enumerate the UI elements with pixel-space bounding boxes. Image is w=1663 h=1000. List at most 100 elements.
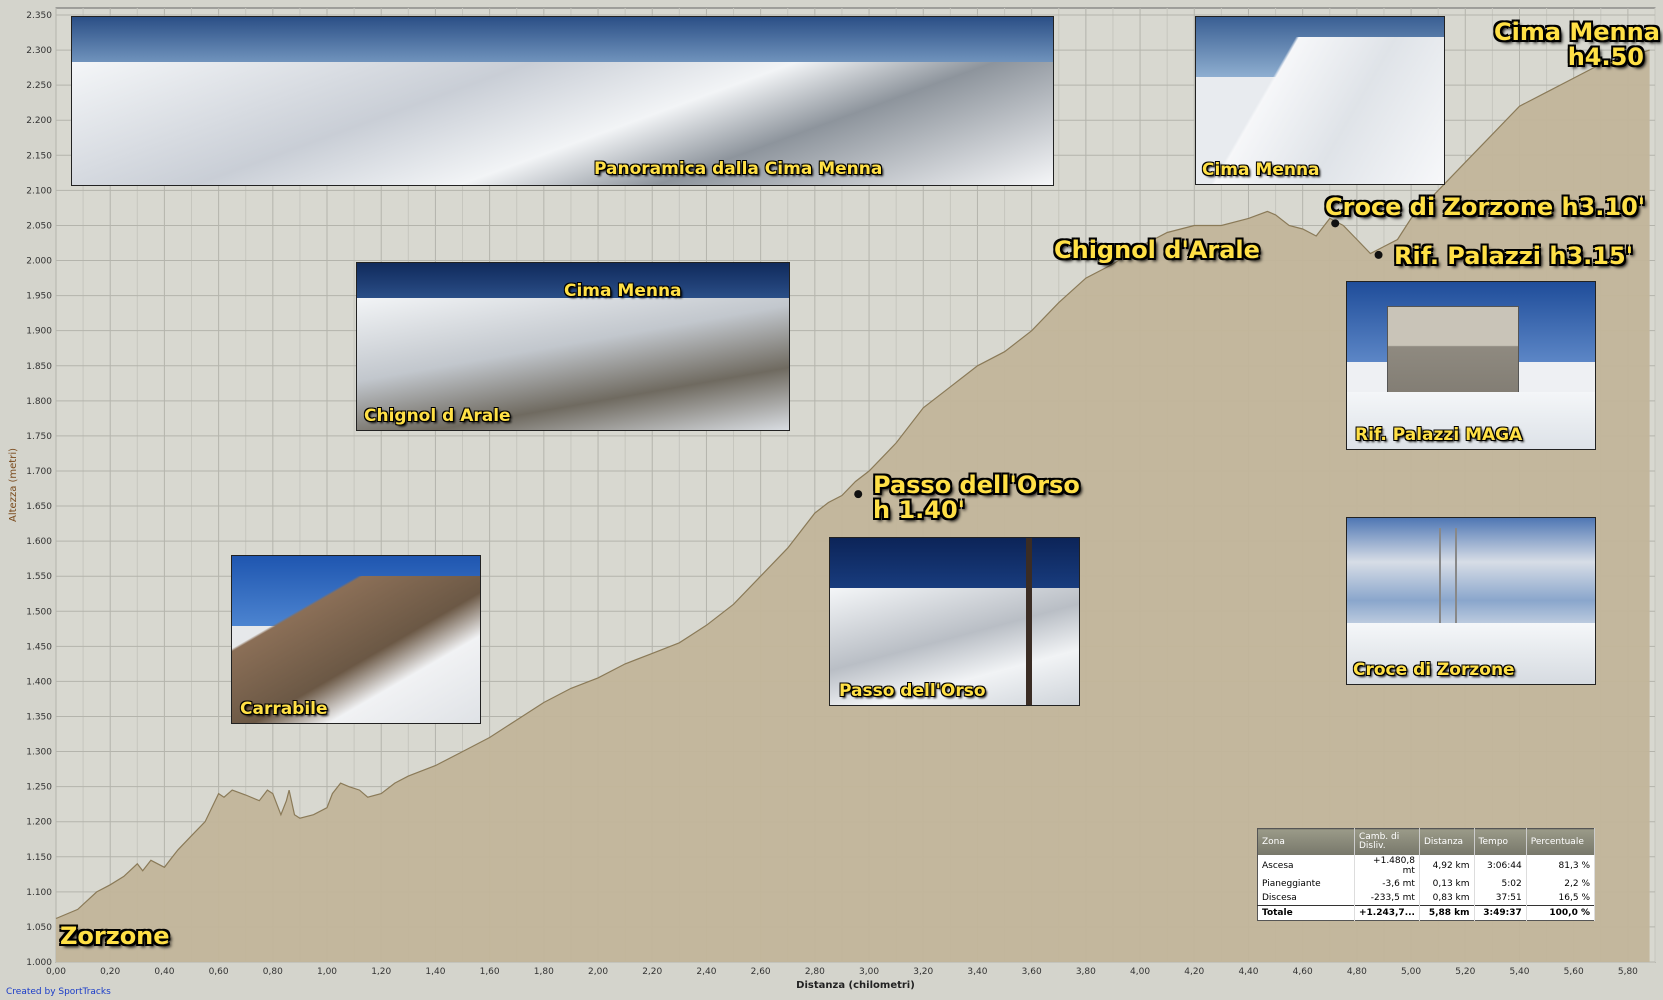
label-passo-orso: Passo dell'Orso h 1.40' <box>873 471 1080 525</box>
x-tick-label: 5,20 <box>1455 967 1475 977</box>
stats-row-pianeggiante: Pianeggiante -3,6 mt 0,13 km 5:02 2,2 % <box>1257 877 1596 891</box>
stats-row-totale: Totale +1.243,7... 5,88 km 3:49:37 100,0… <box>1257 905 1596 921</box>
photo-chignol: Cima Menna Chignol d Arale <box>356 262 790 431</box>
photo-caption-chignol-bottom: Chignol d Arale <box>364 406 511 426</box>
y-tick-label: 1.600 <box>26 537 52 547</box>
y-tick-label: 1.450 <box>26 642 52 652</box>
label-chignol-arale: Chignol d'Arale <box>1054 236 1260 264</box>
stats-cell: 0,13 km <box>1419 877 1475 891</box>
photo-caption-passo-orso: Passo dell'Orso <box>839 681 986 701</box>
label-croce-zorzone: Croce di Zorzone h3.10' <box>1325 193 1646 221</box>
y-tick-label: 1.250 <box>26 783 52 793</box>
y-tick-label: 1.400 <box>26 677 52 687</box>
photo-passo-orso: Passo dell'Orso <box>829 537 1080 706</box>
y-tick-label: 1.000 <box>26 958 52 968</box>
x-tick-label: 2,80 <box>805 967 825 977</box>
y-tick-label: 2.200 <box>26 116 52 126</box>
x-tick-label: 1,80 <box>534 967 554 977</box>
stats-header-zona: Zona <box>1257 828 1355 855</box>
y-tick-label: 1.550 <box>26 572 52 582</box>
stats-cell: +1.243,7... <box>1354 905 1420 921</box>
photo-caption-chignol-top: Cima Menna <box>564 281 682 301</box>
y-axis-label: Altezza (metri) <box>8 448 19 522</box>
photo-carrabile: Carrabile <box>231 555 481 724</box>
x-tick-label: 0,40 <box>154 967 174 977</box>
stats-cell: 0,83 km <box>1419 891 1475 906</box>
stats-row-ascesa: Ascesa +1.480,8 mt 4,92 km 3:06:44 81,3 … <box>1257 855 1596 877</box>
stats-cell: Totale <box>1257 905 1355 921</box>
stats-cell: 3:49:37 <box>1474 905 1527 921</box>
x-tick-label: 5,00 <box>1401 967 1421 977</box>
x-tick-label: 4,00 <box>1130 967 1150 977</box>
stats-cell: +1.480,8 mt <box>1354 855 1420 877</box>
stats-header-tempo: Tempo <box>1474 828 1527 855</box>
waypoint-passo-orso <box>854 490 863 499</box>
stats-cell: 100,0 % <box>1526 905 1596 921</box>
x-tick-label: 0,80 <box>263 967 283 977</box>
x-tick-label: 3,60 <box>1022 967 1042 977</box>
y-tick-label: 1.750 <box>26 432 52 442</box>
y-tick-label: 1.650 <box>26 502 52 512</box>
x-tick-label: 0,00 <box>46 967 66 977</box>
y-tick-label: 1.950 <box>26 292 52 302</box>
photo-panorama: Panoramica dalla Cima Menna <box>71 16 1054 186</box>
stats-table: Zona Camb. di Disliv. Distanza Tempo Per… <box>1257 828 1596 921</box>
x-tick-label: 1,00 <box>317 967 337 977</box>
x-tick-label: 4,20 <box>1184 967 1204 977</box>
stats-cell: Ascesa <box>1257 855 1355 877</box>
stats-header-dislivello: Camb. di Disliv. <box>1354 828 1420 855</box>
x-tick-label: 4,40 <box>1238 967 1258 977</box>
y-tick-label: 2.250 <box>26 81 52 91</box>
x-tick-label: 5,40 <box>1509 967 1529 977</box>
stats-cell: 5,88 km <box>1419 905 1475 921</box>
x-tick-label: 0,60 <box>209 967 229 977</box>
stats-header-distanza: Distanza <box>1419 828 1475 855</box>
y-tick-label: 2.350 <box>26 11 52 21</box>
x-tick-label: 2,20 <box>642 967 662 977</box>
x-tick-label: 0,20 <box>100 967 120 977</box>
y-tick-label: 1.800 <box>26 397 52 407</box>
elevation-profile-chart: 0,00 0,20 0,40 0,60 0,80 1,00 1,20 1,40 1,60 1,80… <box>0 0 1663 1000</box>
x-tick-label: 3,40 <box>967 967 987 977</box>
x-tick-label: 1,20 <box>371 967 391 977</box>
photo-cima-menna: Cima Menna <box>1195 16 1445 185</box>
stats-header-percentuale: Percentuale <box>1526 828 1596 855</box>
x-tick-label: 2,00 <box>588 967 608 977</box>
x-tick-label: 1,40 <box>425 967 445 977</box>
y-tick-label: 1.150 <box>26 853 52 863</box>
x-axis-label: Distanza (chilometri) <box>796 980 915 991</box>
stats-row-discesa: Discesa -233,5 mt 0,83 km 37:51 16,5 % <box>1257 891 1596 906</box>
x-tick-label: 3,00 <box>859 967 879 977</box>
x-tick-label: 3,20 <box>913 967 933 977</box>
waypoint-rif-palazzi <box>1374 250 1383 259</box>
photo-croce-zorzone: Croce di Zorzone <box>1346 517 1596 685</box>
stats-cell: 2,2 % <box>1526 877 1596 891</box>
label-zorzone: Zorzone <box>60 922 170 950</box>
photo-caption-cima-menna: Cima Menna <box>1202 160 1320 180</box>
y-tick-label: 1.200 <box>26 818 52 828</box>
stats-cell: -3,6 mt <box>1354 877 1420 891</box>
stats-cell: 5:02 <box>1474 877 1527 891</box>
credit-link[interactable]: Created by SportTracks <box>6 987 111 997</box>
stats-cell: 3:06:44 <box>1474 855 1527 877</box>
x-tick-label: 4,80 <box>1347 967 1367 977</box>
photo-caption-panorama: Panoramica dalla Cima Menna <box>594 159 883 179</box>
y-tick-label: 2.300 <box>26 46 52 56</box>
x-tick-label: 2,60 <box>751 967 771 977</box>
y-tick-label: 1.500 <box>26 607 52 617</box>
stats-cell: 81,3 % <box>1526 855 1596 877</box>
stats-cell: 16,5 % <box>1526 891 1596 906</box>
y-tick-label: 2.000 <box>26 257 52 267</box>
y-tick-label: 1.700 <box>26 467 52 477</box>
x-tick-label: 5,80 <box>1618 967 1638 977</box>
x-tick-label: 3,80 <box>1076 967 1096 977</box>
stats-cell: Discesa <box>1257 891 1355 906</box>
stats-cell: Pianeggiante <box>1257 877 1355 891</box>
stats-header-row: Zona Camb. di Disliv. Distanza Tempo Per… <box>1257 828 1596 855</box>
y-tick-label: 1.050 <box>26 923 52 933</box>
photo-rif-palazzi: Rif. Palazzi MAGA <box>1346 281 1596 450</box>
stats-cell: 37:51 <box>1474 891 1527 906</box>
stats-cell: 4,92 km <box>1419 855 1475 877</box>
y-tick-label: 1.300 <box>26 748 52 758</box>
x-tick-label: 1,60 <box>480 967 500 977</box>
